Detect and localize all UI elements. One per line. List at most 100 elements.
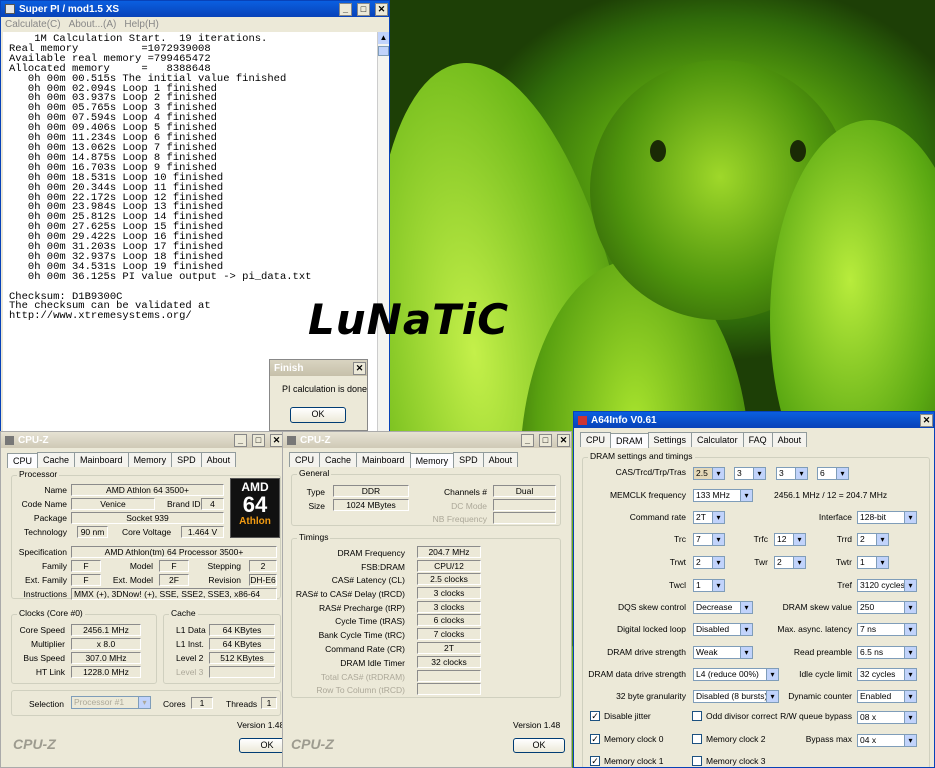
a64info-titlebar[interactable]: A64Info V0.61 ✕	[574, 412, 934, 428]
finish-ok-button[interactable]: OK	[290, 407, 346, 423]
rowcol-value	[417, 683, 481, 695]
trfc-select[interactable]: 12	[774, 533, 806, 546]
rw-queue-select[interactable]: 08 x	[857, 711, 917, 724]
memclk-select[interactable]: 133 MHz	[693, 489, 753, 502]
tab-dram[interactable]: DRAM	[610, 433, 649, 448]
scrollbar[interactable]: ▲	[377, 32, 389, 431]
command-rate-select[interactable]: 2T	[693, 511, 725, 524]
menu-bar: Calculate(C) About...(A) Help(H)	[1, 17, 389, 31]
granularity-label: 32 byte granularity	[616, 691, 686, 701]
tab-about[interactable]: About	[771, 432, 808, 447]
twr-select[interactable]: 2	[774, 556, 806, 569]
tab-memory[interactable]: Memory	[127, 452, 173, 467]
a64info-window[interactable]: A64Info V0.61 ✕ CPU DRAM Settings Calcul…	[573, 411, 935, 768]
tab-about[interactable]: About	[482, 452, 519, 467]
twcl-label: Twcl	[669, 580, 686, 590]
specification-label: Specification	[18, 547, 67, 557]
granularity-select[interactable]: Disabled (8 bursts)	[693, 690, 779, 703]
close-icon[interactable]: ✕	[375, 2, 388, 16]
disable-jitter-checkbox[interactable]: ✓	[590, 711, 600, 721]
cr-value: 2T	[417, 642, 481, 654]
scroll-up-icon[interactable]: ▲	[378, 32, 389, 44]
tab-cpu[interactable]: CPU	[7, 453, 39, 468]
minimize-icon[interactable]: _	[339, 2, 352, 16]
type-label: Type	[306, 487, 325, 497]
cas-select[interactable]: 2.5	[693, 467, 725, 480]
menu-calculate[interactable]: Calculate(C)	[5, 19, 61, 30]
tab-memory[interactable]: Memory	[409, 453, 455, 468]
data-drive-label: DRAM data drive strength	[588, 669, 686, 679]
cpuz-titlebar[interactable]: CPU-Z _ □ ✕	[1, 432, 284, 448]
async-latency-select[interactable]: 7 ns	[857, 623, 917, 636]
minimize-icon[interactable]: _	[521, 433, 534, 447]
twtr-select[interactable]: 1	[857, 556, 889, 569]
tab-spd[interactable]: SPD	[453, 452, 484, 467]
bypass-max-select[interactable]: 04 x	[857, 734, 917, 747]
memory-clock-2-label: Memory clock 2	[706, 734, 766, 744]
multiplier-label: Multiplier	[30, 639, 65, 649]
tab-settings[interactable]: Settings	[647, 432, 693, 447]
tab-faq[interactable]: FAQ	[742, 432, 773, 447]
tras-select[interactable]: 6	[817, 467, 849, 480]
maximize-icon[interactable]: □	[357, 2, 370, 16]
tab-about[interactable]: About	[200, 452, 237, 467]
memory-clock-3-checkbox[interactable]	[692, 756, 702, 766]
maximize-icon[interactable]: □	[252, 433, 265, 447]
dcmode-label: DC Mode	[451, 501, 487, 511]
data-drive-select[interactable]: L4 (reduce 00%)	[693, 668, 779, 681]
memory-clock-1-checkbox[interactable]: ✓	[590, 756, 600, 766]
menu-help[interactable]: Help(H)	[124, 19, 158, 30]
busspeed-value: 307.0 MHz	[71, 652, 141, 664]
superpi-titlebar[interactable]: Super PI / mod1.5 XS _ □ ✕	[1, 1, 389, 17]
dramfreq-label: DRAM Frequency	[337, 548, 405, 558]
processor-select[interactable]: Processor #1	[71, 696, 151, 709]
dqs-skew-select[interactable]: Decrease	[693, 601, 753, 614]
trcd-select[interactable]: 3	[734, 467, 766, 480]
twcl-select[interactable]: 1	[693, 579, 725, 592]
tab-cache[interactable]: Cache	[37, 452, 76, 467]
trc-select[interactable]: 7	[693, 533, 725, 546]
odd-divisor-checkbox[interactable]	[692, 711, 702, 721]
ok-button[interactable]: OK	[513, 738, 565, 753]
cpuz-titlebar[interactable]: CPU-Z _ □ ✕	[283, 432, 571, 448]
memory-clock-2-checkbox[interactable]	[692, 734, 702, 744]
close-icon[interactable]: ✕	[557, 433, 570, 447]
package-value: Socket 939	[71, 512, 224, 524]
cpuz-cpu-window[interactable]: CPU-Z _ □ ✕ CPU Cache Mainboard Memory S…	[0, 431, 285, 768]
minimize-icon[interactable]: _	[234, 433, 247, 447]
tab-cache[interactable]: Cache	[319, 452, 358, 467]
cpuz-memory-window[interactable]: CPU-Z _ □ ✕ CPU Cache Mainboard Memory S…	[282, 431, 572, 768]
window-title: Super PI / mod1.5 XS	[19, 3, 120, 15]
extfamily-label: Ext. Family	[24, 575, 67, 585]
trrd-select[interactable]: 2	[857, 533, 889, 546]
tab-mainboard[interactable]: Mainboard	[74, 452, 129, 467]
scroll-thumb[interactable]	[378, 46, 389, 56]
trp-select[interactable]: 3	[776, 467, 808, 480]
tab-spd[interactable]: SPD	[171, 452, 202, 467]
tab-mainboard[interactable]: Mainboard	[356, 452, 411, 467]
close-icon[interactable]: ✕	[353, 361, 366, 375]
idle-cycle-select[interactable]: 32 cycles	[857, 668, 917, 681]
memory-clock-0-checkbox[interactable]: ✓	[590, 734, 600, 744]
tab-cpu[interactable]: CPU	[289, 452, 321, 467]
finish-titlebar[interactable]: Finish ✕	[270, 360, 367, 376]
dram-skew-spinner[interactable]: 250	[857, 601, 917, 614]
twr-label: Twr	[754, 557, 768, 567]
dll-select[interactable]: Disabled	[693, 623, 753, 636]
tab-cpu[interactable]: CPU	[580, 432, 612, 447]
read-preamble-select[interactable]: 6.5 ns	[857, 646, 917, 659]
ok-button[interactable]: OK	[239, 738, 284, 753]
trwt-select[interactable]: 2	[693, 556, 725, 569]
menu-about[interactable]: About...(A)	[69, 19, 117, 30]
finish-dialog[interactable]: Finish ✕ PI calculation is done! OK	[269, 359, 368, 431]
tref-select[interactable]: 3120 cycles	[857, 579, 917, 592]
tab-calculator[interactable]: Calculator	[691, 432, 744, 447]
tref-label: Tref	[837, 580, 852, 590]
maximize-icon[interactable]: □	[539, 433, 552, 447]
close-icon[interactable]: ✕	[920, 413, 933, 427]
dynamic-counter-select[interactable]: Enabled	[857, 690, 917, 703]
totalcas-value	[417, 670, 481, 682]
interface-select[interactable]: 128-bit	[857, 511, 917, 524]
drive-strength-select[interactable]: Weak	[693, 646, 753, 659]
cas-label: CAS# Latency (CL)	[331, 575, 405, 585]
